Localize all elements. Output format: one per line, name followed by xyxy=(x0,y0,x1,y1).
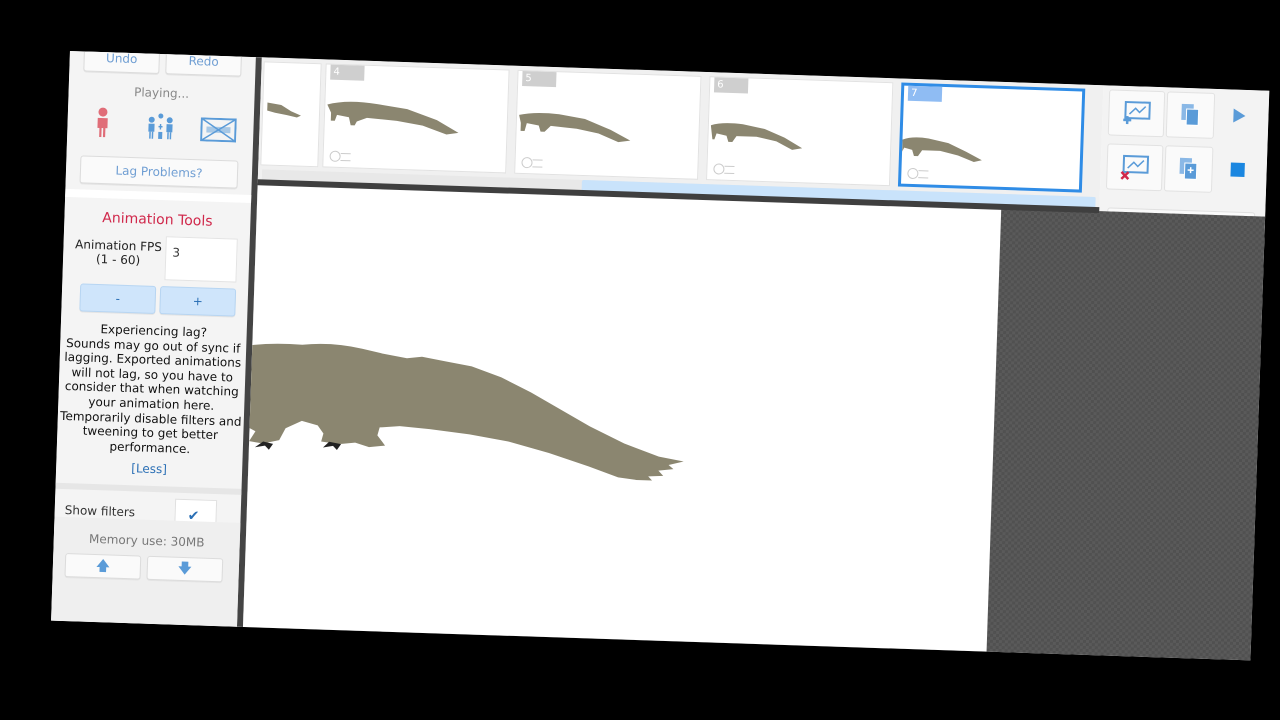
timeline-frame[interactable]: 5 xyxy=(514,69,702,180)
stop-button[interactable] xyxy=(1214,147,1261,193)
memory-use-text: Memory use: 30MB xyxy=(88,531,205,550)
frame-icons xyxy=(907,168,929,179)
add-frame-button[interactable] xyxy=(1107,89,1166,138)
scroll-down-button[interactable]: 🡇 xyxy=(146,555,224,583)
playing-status: Playing... xyxy=(133,85,190,101)
scroll-up-button[interactable]: 🡅 xyxy=(64,553,142,580)
play-icon xyxy=(1233,108,1246,123)
memory-footer: Memory use: 30MB 🡅 🡇 xyxy=(51,516,241,627)
frame-icons xyxy=(521,157,543,168)
play-button[interactable] xyxy=(1216,93,1263,139)
timeline-frame[interactable] xyxy=(260,61,322,168)
paste-frame-icon xyxy=(1179,157,1198,180)
copy-frame-button[interactable] xyxy=(1165,91,1216,139)
timeline-frame[interactable]: 4 xyxy=(322,63,510,174)
animation-app-window: Undo Redo Playing... Lag Problems? Anima… xyxy=(51,50,1270,661)
frame-number: 7 xyxy=(907,85,943,102)
frame-number: 4 xyxy=(330,64,365,81)
frame-number: 5 xyxy=(522,70,557,88)
less-link[interactable]: [Less] xyxy=(56,459,242,479)
background-image-icon[interactable] xyxy=(197,109,240,150)
left-panel: Undo Redo Playing... Lag Problems? Anima… xyxy=(51,50,262,627)
delete-frame-button[interactable] xyxy=(1105,143,1164,192)
timeline-frame-selected[interactable]: 7 xyxy=(897,82,1086,193)
arrow-up-icon: 🡅 xyxy=(95,558,111,575)
section-divider xyxy=(65,188,252,204)
timeline-frame[interactable]: 6 xyxy=(706,76,894,187)
frame-icons xyxy=(329,151,351,162)
delete-frame-icon xyxy=(1120,154,1150,180)
frame-thumbnail xyxy=(267,102,301,118)
fps-label: Animation FPS (1 - 60) xyxy=(73,237,164,268)
lag-problems-button[interactable]: Lag Problems? xyxy=(79,155,239,189)
fps-label-line1: Animation FPS xyxy=(74,237,163,255)
frame-icons xyxy=(713,163,735,174)
drawing-canvas[interactable] xyxy=(242,185,1002,652)
frame-thumbnail xyxy=(327,101,459,135)
fps-increase-button[interactable]: + xyxy=(159,286,237,317)
undo-button[interactable]: Undo xyxy=(83,50,161,74)
arrow-down-icon: 🡇 xyxy=(177,560,193,578)
crocodile-drawing xyxy=(242,343,684,481)
section-divider xyxy=(55,482,242,495)
fps-decrease-button[interactable]: - xyxy=(79,283,157,314)
add-frame-icon xyxy=(1123,100,1151,125)
onion-skin-multiple-icon[interactable] xyxy=(139,105,182,146)
redo-button[interactable]: Redo xyxy=(165,50,243,77)
lag-info-text: Experiencing lag? Sounds may go out of s… xyxy=(57,321,247,458)
onion-skin-single-icon[interactable] xyxy=(81,101,124,142)
stop-icon xyxy=(1230,162,1245,177)
copy-frame-icon xyxy=(1181,103,1200,126)
paste-frame-button[interactable] xyxy=(1163,145,1214,193)
animation-tools-title: Animation Tools xyxy=(102,210,213,230)
fps-input[interactable]: 3 xyxy=(164,236,238,283)
frame-number: 6 xyxy=(713,77,749,94)
